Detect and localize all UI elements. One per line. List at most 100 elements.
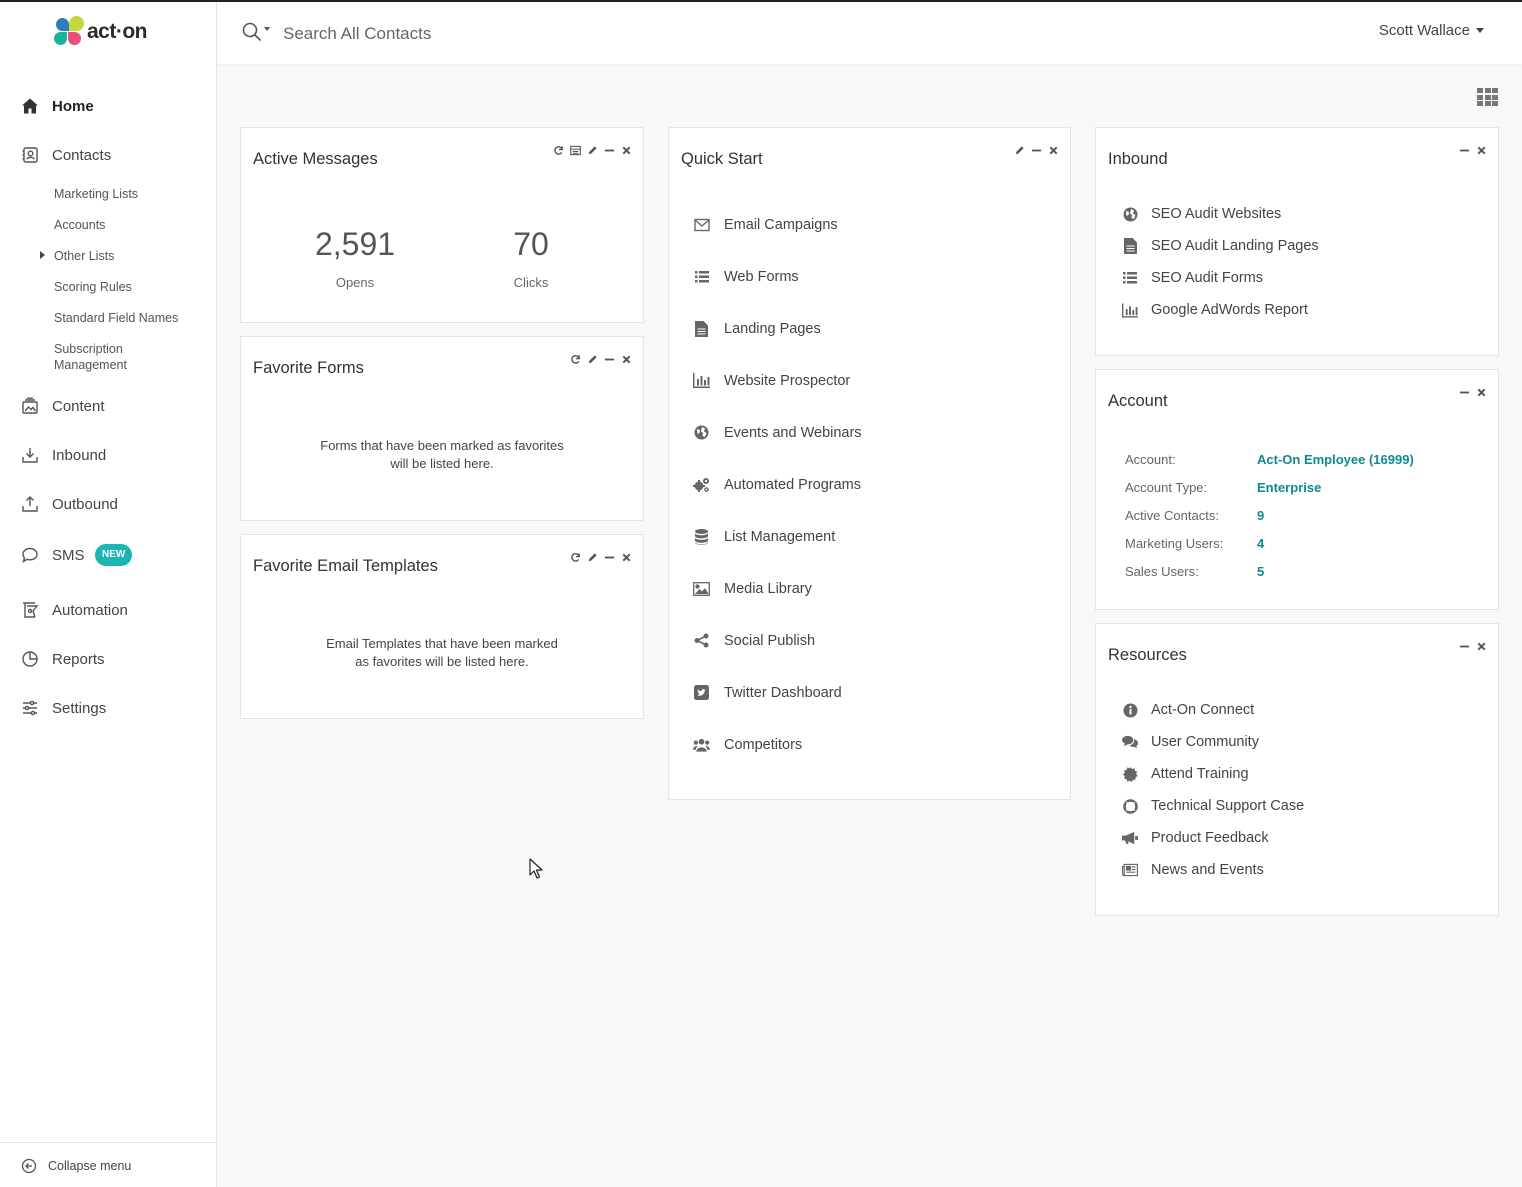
list-view-icon[interactable]: [570, 145, 581, 156]
nav-item-content[interactable]: Content: [0, 389, 216, 423]
resource-user-community[interactable]: User Community: [1122, 734, 1259, 750]
close-icon[interactable]: [1476, 145, 1487, 156]
sidebar-item-marketing-lists[interactable]: Marketing Lists: [54, 187, 138, 201]
sidebar-item-subscription-management[interactable]: Subscription: [54, 342, 123, 356]
empty-state-message: Forms that have been marked as favorites…: [241, 437, 643, 473]
clicks-label: Clicks: [513, 275, 549, 290]
quick-start-automated-programs[interactable]: Automated Programs: [693, 476, 861, 493]
quick-start-email-campaigns[interactable]: Email Campaigns: [693, 216, 838, 233]
resource-label: Product Feedback: [1151, 830, 1269, 846]
logo-mark-icon: [53, 16, 85, 48]
close-icon[interactable]: [1476, 387, 1487, 398]
close-icon[interactable]: [621, 552, 632, 563]
sidebar-item-subscription-management-line2[interactable]: Management: [54, 358, 127, 372]
chat-bubbles-icon: [1122, 734, 1138, 750]
account-value[interactable]: 9: [1257, 508, 1264, 523]
quick-start-events-and-webinars[interactable]: Events and Webinars: [693, 424, 862, 441]
empty-line: will be listed here.: [390, 456, 494, 471]
nav-item-outbound[interactable]: Outbound: [0, 487, 216, 521]
minimize-icon[interactable]: [1459, 387, 1470, 398]
quick-start-list-management[interactable]: List Management: [693, 528, 835, 545]
resource-product-feedback[interactable]: Product Feedback: [1122, 830, 1269, 846]
resource-technical-support-case[interactable]: Technical Support Case: [1122, 798, 1304, 814]
resource-act-on-connect[interactable]: Act-On Connect: [1122, 702, 1254, 718]
card-title: Favorite Forms: [253, 359, 364, 377]
close-icon[interactable]: [621, 145, 632, 156]
pencil-icon[interactable]: [587, 145, 598, 156]
minimize-icon[interactable]: [604, 552, 615, 563]
chevron-down-icon: [264, 27, 270, 31]
inbound-label: Google AdWords Report: [1151, 302, 1308, 318]
inbound-google-adwords-report[interactable]: Google AdWords Report: [1122, 302, 1308, 318]
mouse-cursor-icon: [529, 858, 543, 879]
card-tools: [1459, 641, 1487, 652]
active-messages-card: Active Messages 2,591 Opens 70 Clicks: [240, 127, 644, 323]
user-menu[interactable]: Scott Wallace: [1379, 22, 1484, 39]
sidebar-item-other-lists[interactable]: Other Lists: [54, 249, 114, 263]
minimize-icon[interactable]: [1459, 145, 1470, 156]
account-key: Sales Users:: [1125, 564, 1199, 579]
quick-start-website-prospector[interactable]: Website Prospector: [693, 372, 850, 389]
minimize-icon[interactable]: [1459, 641, 1470, 652]
account-key: Marketing Users:: [1125, 536, 1224, 551]
card-title: Account: [1108, 392, 1168, 410]
opens-stat[interactable]: 2,591 Opens: [295, 226, 415, 290]
empty-line: Email Templates that have been marked: [326, 636, 558, 651]
refresh-icon[interactable]: [570, 354, 581, 365]
document-icon: [693, 320, 710, 337]
quick-start-twitter-dashboard[interactable]: Twitter Dashboard: [693, 684, 842, 701]
close-icon[interactable]: [621, 354, 632, 365]
account-value[interactable]: 5: [1257, 564, 1264, 579]
refresh-icon[interactable]: [570, 552, 581, 563]
opens-value: 2,591: [314, 226, 396, 262]
collapse-menu-button[interactable]: Collapse menu: [0, 1142, 216, 1187]
clicks-stat[interactable]: 70 Clicks: [471, 226, 591, 290]
quick-start-media-library[interactable]: Media Library: [693, 580, 812, 597]
account-value[interactable]: Enterprise: [1257, 480, 1321, 495]
empty-line: Forms that have been marked as favorites: [320, 438, 564, 453]
account-value[interactable]: 4: [1257, 536, 1264, 551]
resource-attend-training[interactable]: Attend Training: [1122, 766, 1249, 782]
contacts-icon: [20, 145, 40, 165]
inbound-seo-audit-landing-pages[interactable]: SEO Audit Landing Pages: [1122, 238, 1319, 254]
quick-start-landing-pages[interactable]: Landing Pages: [693, 320, 821, 337]
inbound-label: SEO Audit Websites: [1151, 206, 1282, 222]
sidebar-item-accounts[interactable]: Accounts: [54, 218, 105, 232]
card-tools: [1459, 145, 1487, 156]
inbound-seo-audit-websites[interactable]: SEO Audit Websites: [1122, 206, 1281, 222]
close-icon[interactable]: [1048, 145, 1059, 156]
quick-start-social-publish[interactable]: Social Publish: [693, 632, 815, 649]
minimize-icon[interactable]: [1031, 145, 1042, 156]
layout-grid-button[interactable]: [1477, 88, 1498, 106]
pencil-icon[interactable]: [1014, 145, 1025, 156]
nav-item-automation[interactable]: Automation: [0, 593, 216, 627]
account-value[interactable]: Act-On Employee (16999): [1257, 452, 1414, 467]
expand-caret-icon[interactable]: [40, 251, 45, 259]
pencil-icon[interactable]: [587, 552, 598, 563]
quick-start-web-forms[interactable]: Web Forms: [693, 268, 799, 285]
refresh-icon[interactable]: [553, 145, 564, 156]
nav-item-home[interactable]: Home: [0, 89, 216, 123]
nav-item-contacts[interactable]: Contacts: [0, 138, 216, 172]
search-input[interactable]: [283, 20, 783, 48]
act-on-logo[interactable]: act·on: [53, 16, 148, 48]
sidebar-item-standard-field-names[interactable]: Standard Field Names: [54, 311, 178, 325]
close-icon[interactable]: [1476, 641, 1487, 652]
nav-item-inbound[interactable]: Inbound: [0, 438, 216, 472]
nav-item-reports[interactable]: Reports: [0, 642, 216, 676]
arrow-left-circle-icon: [21, 1158, 37, 1174]
card-tools: [570, 552, 632, 563]
minimize-icon[interactable]: [604, 354, 615, 365]
inbound-seo-audit-forms[interactable]: SEO Audit Forms: [1122, 270, 1263, 286]
minimize-icon[interactable]: [604, 145, 615, 156]
nav-item-settings[interactable]: Settings: [0, 691, 216, 725]
resource-news-and-events[interactable]: News and Events: [1122, 862, 1264, 878]
card-tools: [1459, 387, 1487, 398]
quick-start-label: List Management: [724, 528, 836, 545]
newspaper-icon: [1122, 862, 1138, 878]
pencil-icon[interactable]: [587, 354, 598, 365]
sidebar-item-scoring-rules[interactable]: Scoring Rules: [54, 280, 132, 294]
search-scope-dropdown[interactable]: [242, 22, 270, 42]
account-key: Account Type:: [1125, 480, 1208, 495]
quick-start-competitors[interactable]: Competitors: [693, 736, 802, 753]
